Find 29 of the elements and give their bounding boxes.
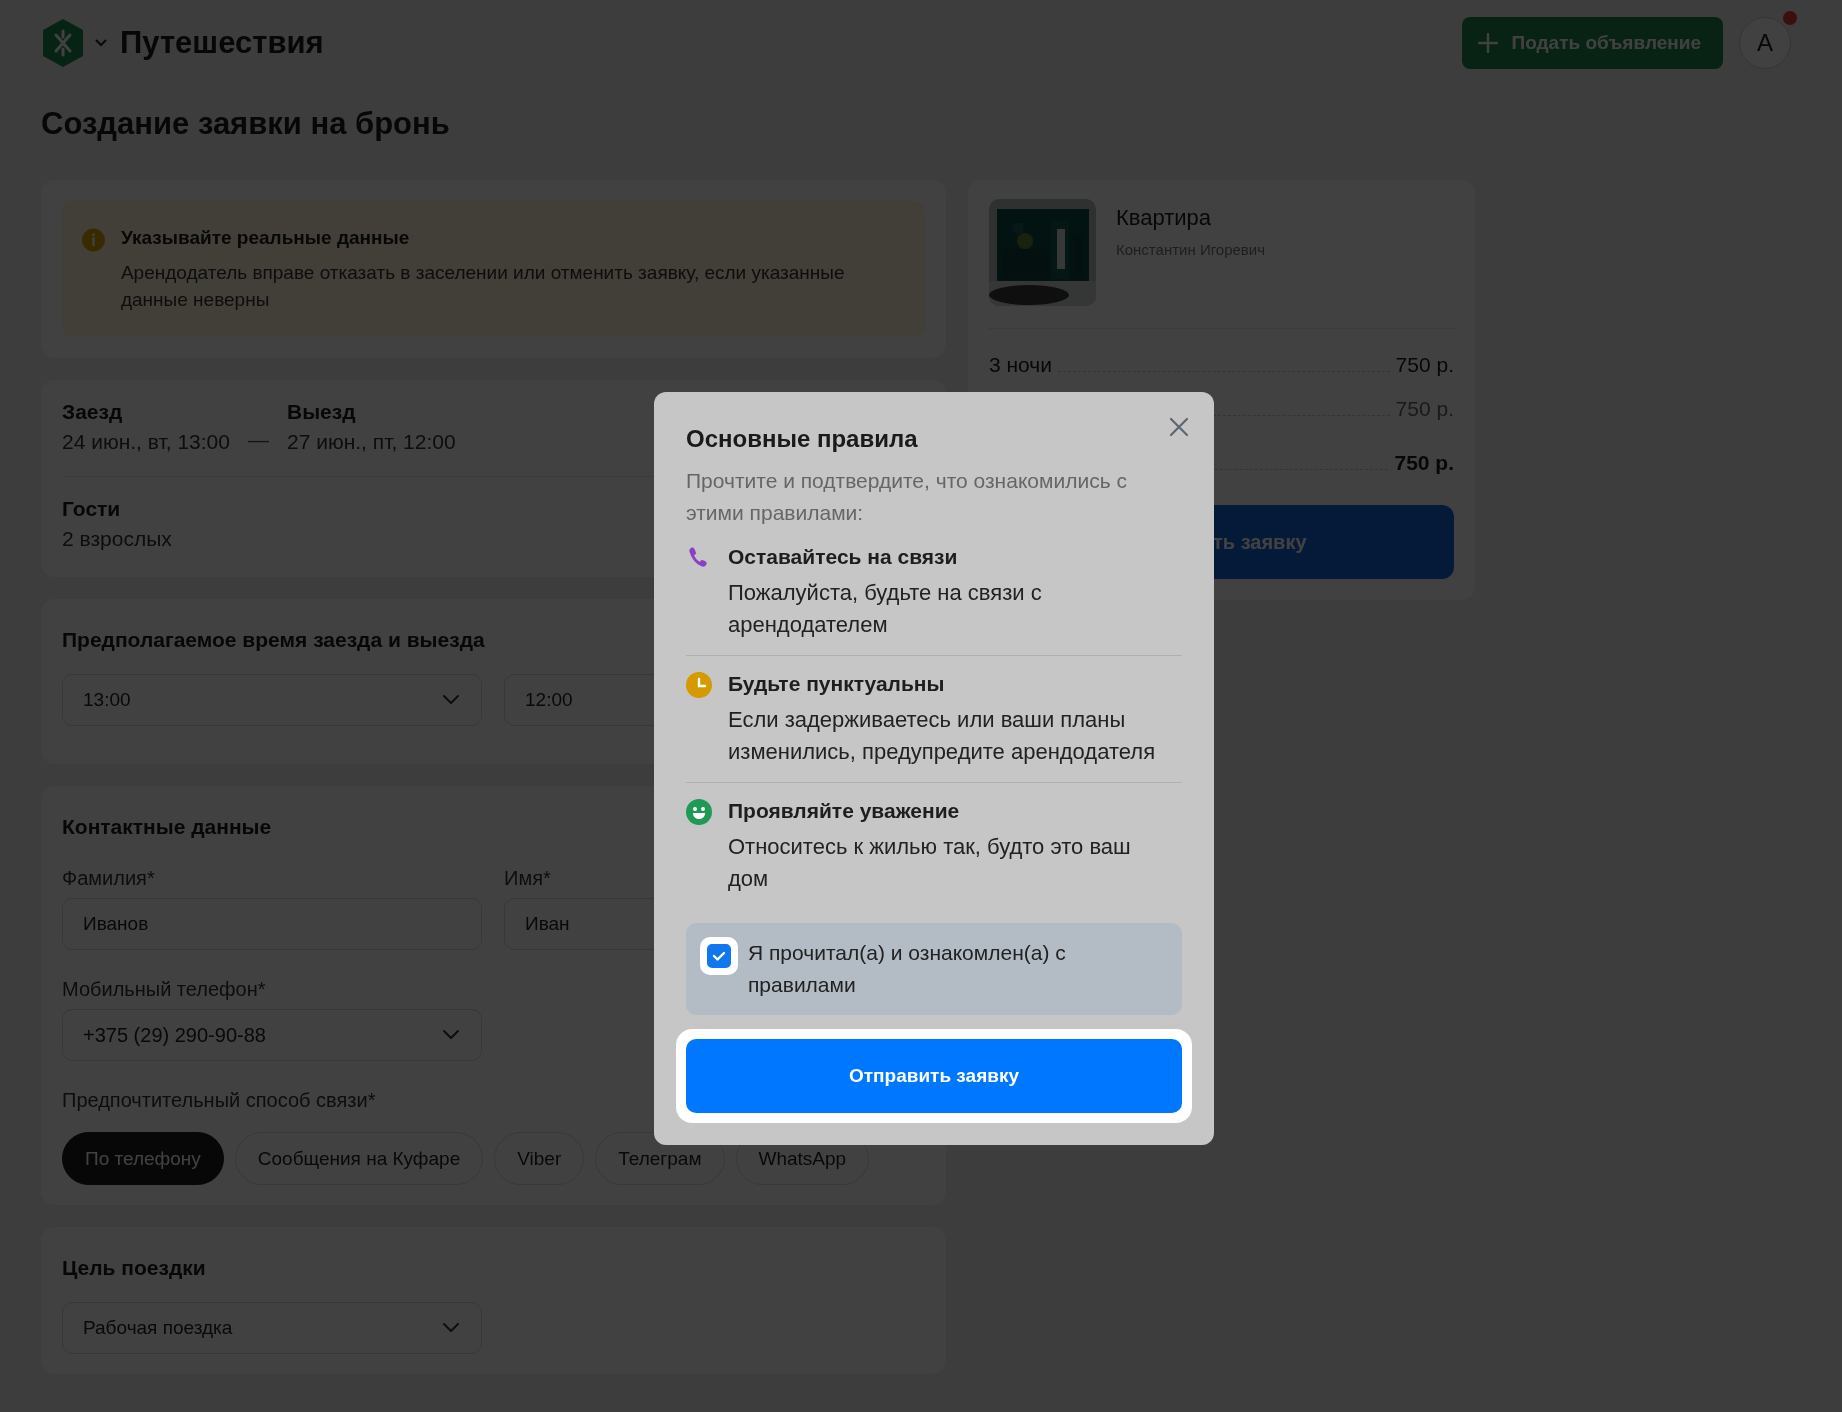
section-title: Цель поездки — [62, 1256, 206, 1280]
price-label: 3 ночи — [989, 353, 1052, 377]
contact-method-chip[interactable]: Сообщения на Куфаре — [234, 1132, 484, 1185]
text-field[interactable]: Иванов — [62, 898, 482, 950]
guests-label: Гости — [62, 497, 121, 521]
price-value: 750 р. — [1394, 451, 1454, 475]
rule-title: Проявляйте уважение — [728, 799, 961, 823]
rule-text: Если задерживаетесь или ваши планы изменились, предупредите арендодателя — [728, 706, 1157, 766]
purpose-select[interactable]: Рабочая поездка — [62, 1302, 482, 1354]
rule-text: Относитесь к жилью так, будто это ваш дом — [728, 833, 1132, 893]
phone-select[interactable]: +375 (29) 290-90-88 — [62, 1009, 482, 1061]
dash-separator: — — [248, 428, 269, 453]
modal-title: Основные правила — [686, 425, 919, 453]
rule-title: Оставайтесь на связи — [728, 545, 959, 569]
rule-text: Пожалуйста, будьте на связи с арендодателем — [728, 579, 1043, 639]
date-label: Выезд — [287, 400, 356, 424]
price-value: 750 р. — [1395, 353, 1454, 377]
section-title: Предполагаемое время заезда и выезда — [62, 628, 485, 652]
notice-title: Указывайте реальные данные — [120, 227, 411, 249]
contact-method-chip[interactable]: Viber — [494, 1132, 585, 1185]
time-select[interactable]: 13:00 — [62, 674, 482, 726]
modal-subtitle: Прочтите и подтвердите, что ознакомились с этими правилами: — [686, 468, 1128, 526]
section-title: Контактные данные — [62, 815, 272, 839]
rule-title: Будьте пунктуальны — [728, 672, 946, 696]
date-label: Заезд — [62, 400, 123, 424]
listing-title: Квартира — [1116, 205, 1213, 231]
submit-button[interactable]: Отправить заявку — [686, 1039, 1182, 1113]
checkbox-label: Я прочитал(а) и ознакомлен(а) с правилами — [748, 940, 1067, 998]
avatar[interactable]: А — [1739, 17, 1791, 69]
